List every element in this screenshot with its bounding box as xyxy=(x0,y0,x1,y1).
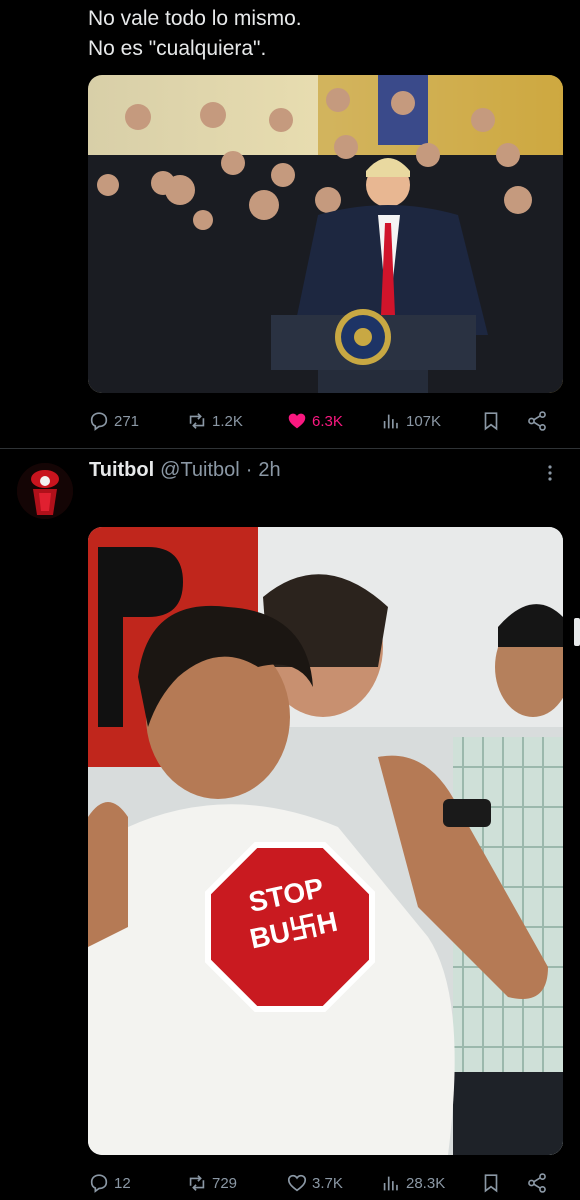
separator-dot: · xyxy=(245,459,253,481)
views-button[interactable]: 28.3K xyxy=(380,1172,445,1194)
views-icon xyxy=(383,1176,398,1191)
repost-count: 1.2K xyxy=(212,412,243,430)
bookmark-button[interactable] xyxy=(480,410,502,432)
photo-stop-shirt xyxy=(88,527,563,1155)
repost-button[interactable]: 729 xyxy=(186,1172,237,1194)
bookmark-icon xyxy=(484,412,498,431)
avatar[interactable] xyxy=(17,463,73,519)
views-icon xyxy=(383,414,398,429)
reply-icon xyxy=(90,1174,108,1193)
user-handle[interactable]: @Tuitbol xyxy=(160,459,240,482)
like-button[interactable]: 3.7K xyxy=(286,1172,343,1194)
share-icon xyxy=(528,411,546,431)
tweet-image-maradona[interactable]: STOP BU卐H xyxy=(88,527,563,1155)
tweet-text: No vale todo lo mismo. No es "cualquiera… xyxy=(88,4,302,64)
like-button[interactable]: 6.3K xyxy=(286,410,343,432)
reply-count: 12 xyxy=(114,1174,131,1192)
reply-count: 271 xyxy=(114,412,140,430)
share-button[interactable] xyxy=(526,410,548,432)
tweet-divider xyxy=(0,448,580,449)
share-icon xyxy=(528,1173,546,1193)
tweet1-action-bar: 271 1.2K 6.3K 107K xyxy=(88,408,563,434)
bookmark-icon xyxy=(484,1174,498,1193)
scrollbar-thumb[interactable] xyxy=(574,618,580,646)
like-count: 6.3K xyxy=(312,412,343,430)
repost-icon xyxy=(189,1175,205,1191)
views-count: 28.3K xyxy=(406,1174,446,1192)
tweet-header: Tuitbol @Tuitbol · 2h xyxy=(89,459,281,482)
heart-filled-icon xyxy=(288,413,306,429)
tweet-image-white-house[interactable] xyxy=(88,75,563,393)
heart-icon xyxy=(287,1174,307,1192)
timestamp[interactable]: 2h xyxy=(258,459,280,482)
reply-button[interactable]: 271 xyxy=(88,410,139,432)
reply-icon xyxy=(90,412,108,431)
photo-white-house-event xyxy=(88,75,563,393)
repost-button[interactable]: 1.2K xyxy=(186,410,243,432)
tweet2-action-bar: 12 729 3.7K 28.3K xyxy=(88,1170,563,1196)
tweet-text-line1: No vale todo lo mismo. xyxy=(88,7,302,30)
repost-count: 729 xyxy=(212,1174,238,1192)
like-count: 3.7K xyxy=(312,1174,343,1192)
red-avatar-icon xyxy=(17,463,73,519)
repost-icon xyxy=(189,413,205,429)
bookmark-button[interactable] xyxy=(480,1172,502,1194)
views-button[interactable]: 107K xyxy=(380,410,441,432)
tweet-text-line2: No es "cualquiera". xyxy=(88,37,267,60)
more-options-button[interactable] xyxy=(540,462,560,484)
share-button[interactable] xyxy=(526,1172,548,1194)
more-vertical-icon xyxy=(548,465,552,481)
views-count: 107K xyxy=(406,412,442,430)
display-name[interactable]: Tuitbol xyxy=(89,459,154,482)
reply-button[interactable]: 12 xyxy=(88,1172,131,1194)
